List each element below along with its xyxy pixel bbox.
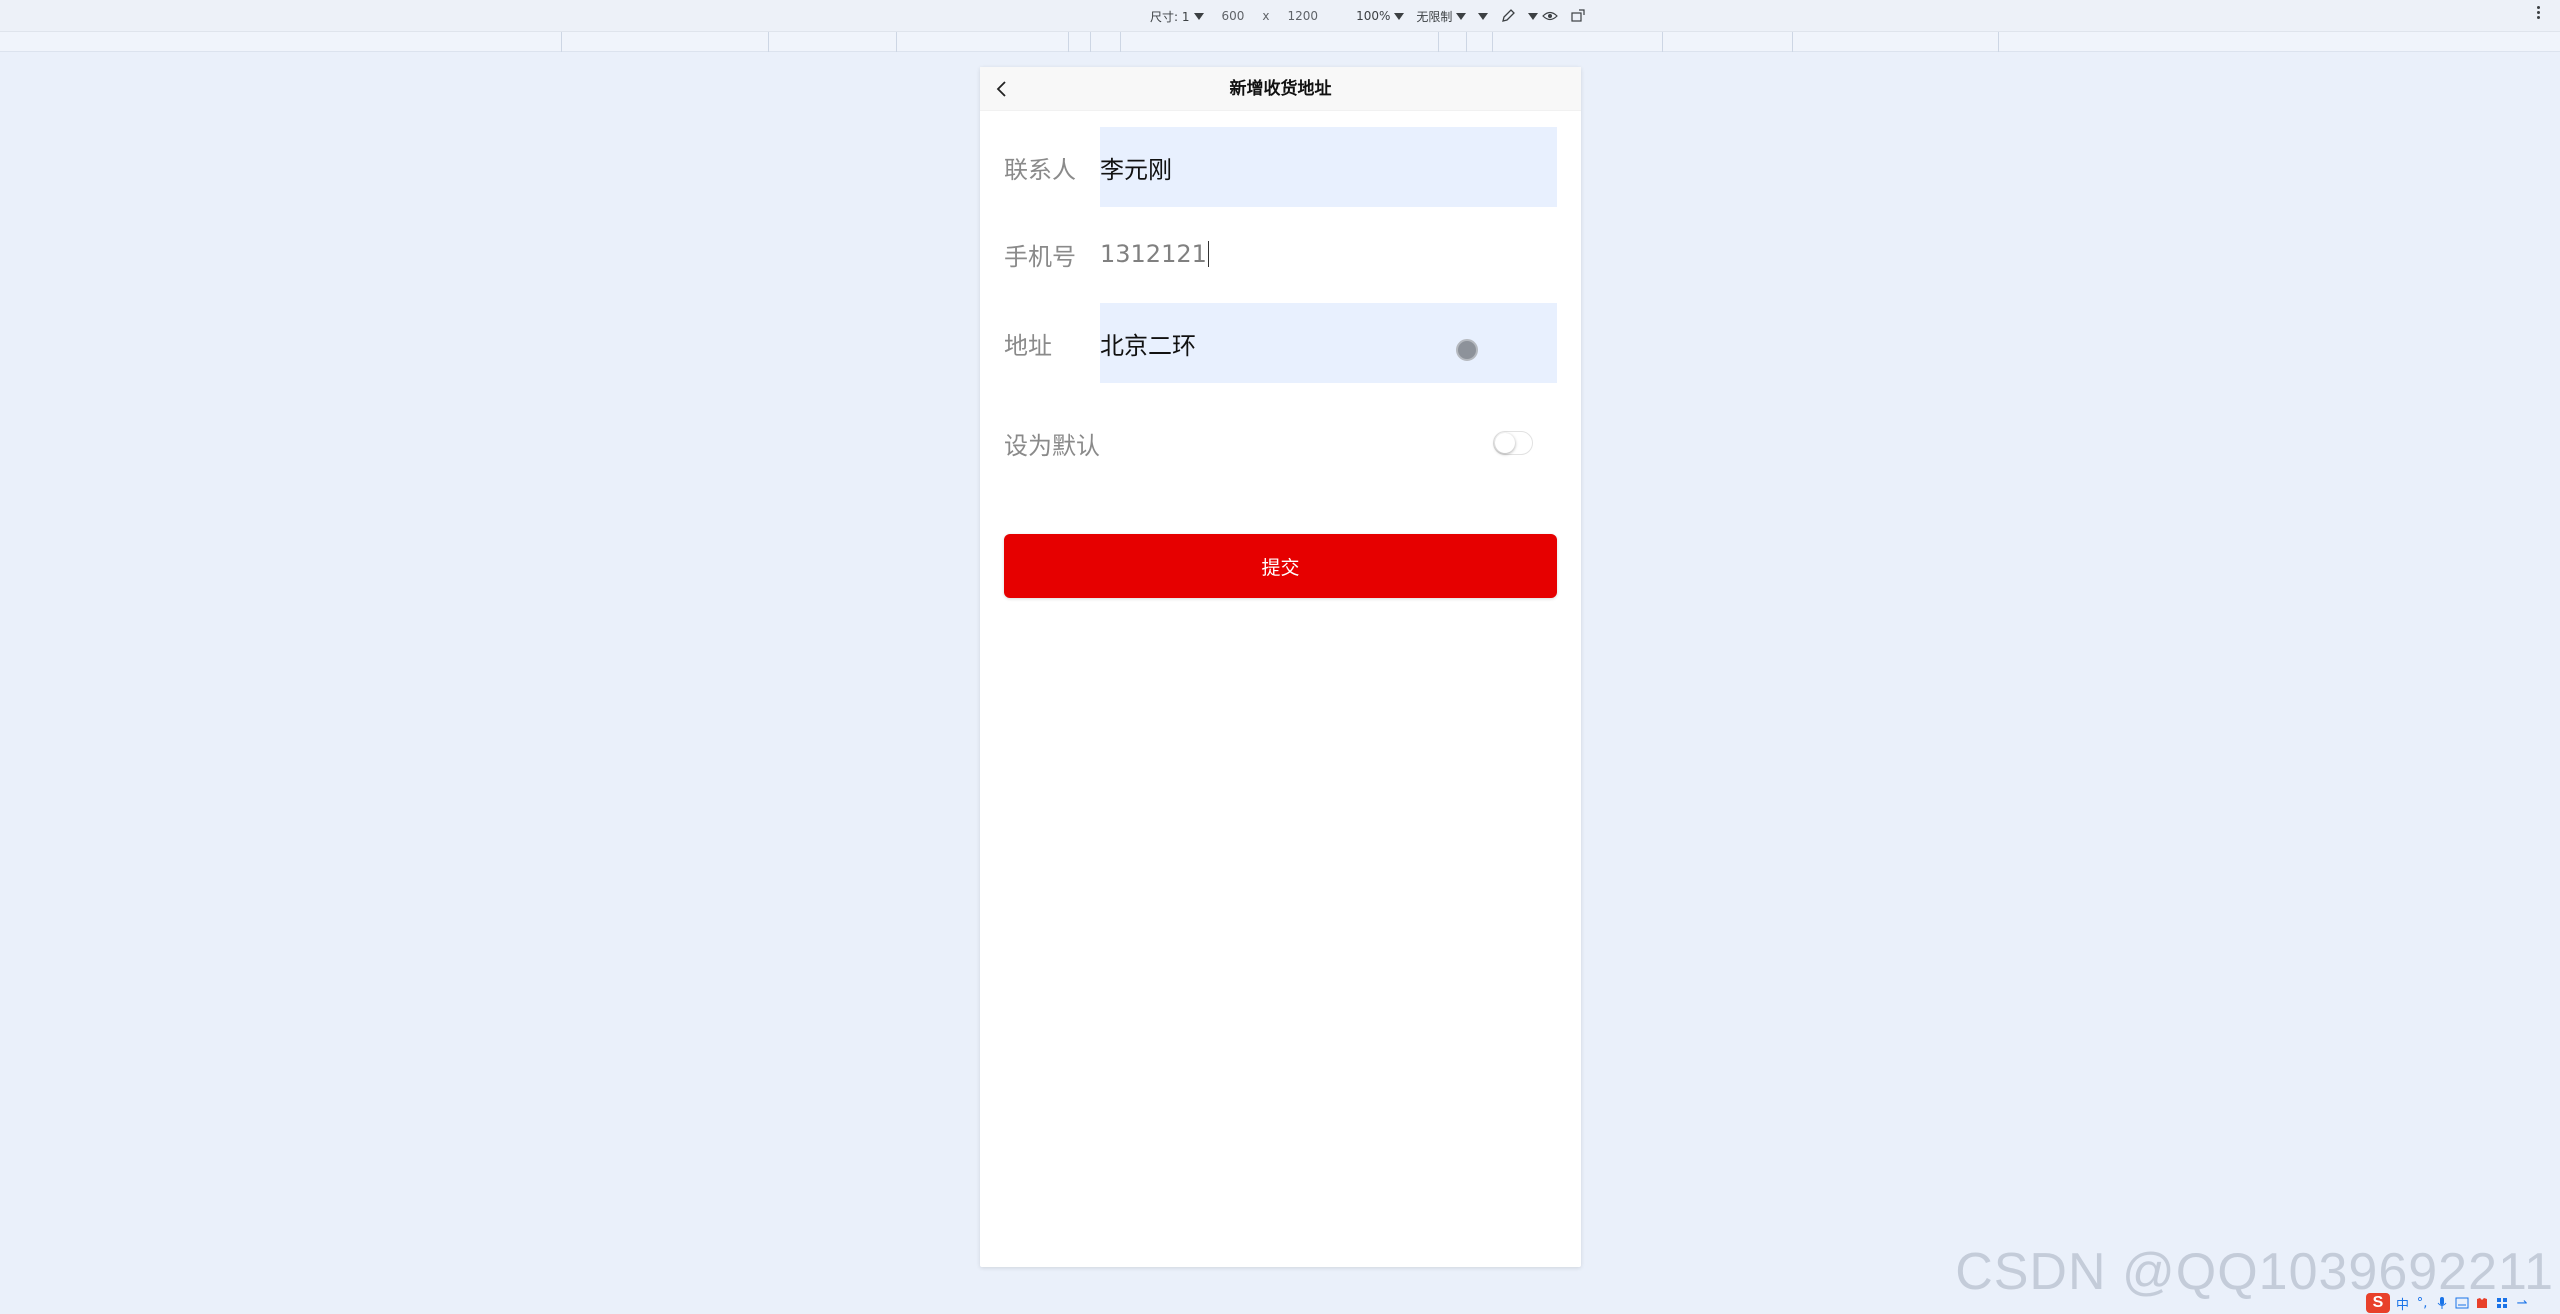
caret-down-icon (1456, 12, 1467, 20)
toolbox-icon[interactable] (2495, 1296, 2509, 1310)
height-input[interactable]: 1200 (1282, 9, 1325, 23)
device-toolbar: 尺寸: 1 600 x 1200 100% 无限制 (0, 0, 2560, 32)
dimensions-dropdown[interactable]: 尺寸: 1 (1150, 8, 1204, 25)
default-label: 设为默认 (1004, 431, 1100, 460)
address-label: 地址 (1004, 331, 1052, 360)
eye-icon (1542, 11, 1559, 21)
zoom-label: 100% (1356, 9, 1391, 23)
caret-down-icon (1193, 12, 1204, 20)
more-vertical-icon[interactable] (2537, 6, 2540, 19)
ime-lang[interactable]: 中 (2396, 1294, 2409, 1313)
phone-label: 手机号 (1004, 242, 1076, 271)
text-caret (1207, 241, 1209, 267)
contact-label: 联系人 (1004, 155, 1076, 184)
times-separator: x (1262, 9, 1270, 23)
caret-down-icon (1394, 12, 1405, 20)
touch-cursor-icon (1456, 339, 1478, 361)
device-toolbar-controls: 尺寸: 1 600 x 1200 100% 无限制 (1150, 8, 1586, 24)
phone-input[interactable]: 1312121 (1100, 214, 1557, 294)
default-row: 设为默认 (1004, 403, 1557, 483)
extra-caret[interactable] (1478, 12, 1489, 20)
contact-row: 联系人 李元刚 (1004, 127, 1557, 207)
submit-button[interactable]: 提交 (1004, 534, 1557, 598)
vision-button[interactable] (1528, 8, 1559, 24)
address-input[interactable]: 北京二环 (1100, 303, 1557, 383)
throttle-label: 无限制 (1416, 9, 1453, 24)
switch-knob (1495, 433, 1515, 453)
throttle-dropdown[interactable]: 无限制 (1416, 8, 1467, 25)
media-query-ruler (0, 32, 2560, 52)
rotate-icon (1571, 9, 1585, 22)
zoom-dropdown[interactable]: 100% (1356, 9, 1405, 23)
dimensions-label: 尺寸: 1 (1150, 9, 1190, 24)
rotate-button[interactable] (1570, 8, 1586, 24)
pen-icon (1502, 9, 1516, 22)
phone-value: 1312121 (1100, 240, 1207, 268)
contact-input[interactable]: 李元刚 (1100, 127, 1557, 207)
page-title: 新增收货地址 (1229, 79, 1332, 99)
default-switch[interactable] (1493, 431, 1533, 455)
width-input[interactable]: 600 (1216, 9, 1251, 23)
skin-icon[interactable] (2475, 1296, 2489, 1310)
device-viewport: 新增收货地址 联系人 李元刚 手机号 1312121 地址 北京二环 设为默认 … (980, 67, 1581, 1267)
microphone-icon[interactable] (2435, 1296, 2449, 1310)
nav-bar: 新增收货地址 (980, 67, 1581, 111)
caret-down-icon (1478, 12, 1489, 20)
keyboard-icon[interactable] (2455, 1296, 2469, 1310)
phone-row: 手机号 1312121 (1004, 214, 1557, 294)
caret-down-icon (1528, 12, 1539, 20)
punctuation-icon[interactable]: °, (2415, 1296, 2429, 1311)
arrow-icon[interactable]: ⇀ (2515, 1296, 2529, 1311)
pen-button[interactable] (1500, 8, 1516, 24)
sogou-logo-icon[interactable]: S (2366, 1293, 2390, 1313)
ime-tray: S 中 °, ⇀ (2360, 1292, 2560, 1314)
